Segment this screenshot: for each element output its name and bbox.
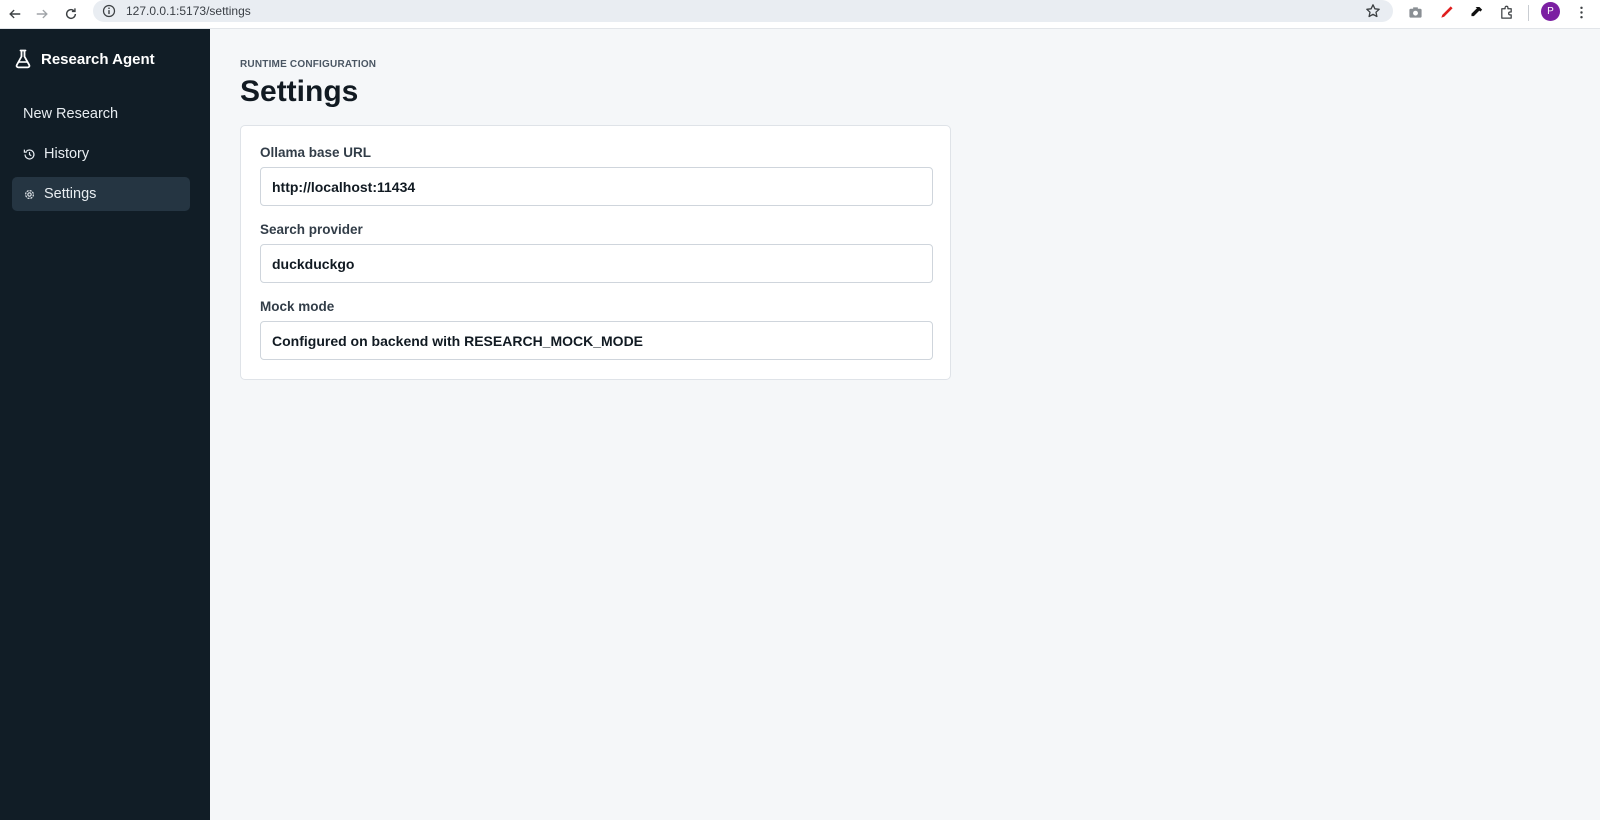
- bookmark-star-icon[interactable]: [1365, 3, 1381, 19]
- search-provider-input[interactable]: [260, 244, 933, 283]
- back-icon: [9, 9, 21, 19]
- reload-button[interactable]: [56, 2, 86, 26]
- page-title: Settings: [240, 75, 359, 108]
- sidebar-item-history[interactable]: History: [12, 137, 190, 171]
- pen-icon: [1440, 5, 1453, 18]
- eyedropper-icon: [1470, 6, 1482, 16]
- ollama-url-input[interactable]: [260, 167, 933, 206]
- field-label: Search provider: [260, 222, 363, 237]
- field-label: Ollama base URL: [260, 145, 372, 160]
- settings-card: Ollama base URL Search provider Mock mod…: [240, 125, 951, 380]
- address-bar[interactable]: 127.0.0.1:5173/settings: [93, 0, 1393, 22]
- profile-avatar[interactable]: P: [1541, 2, 1560, 21]
- sidebar-item-settings[interactable]: Settings: [12, 177, 190, 211]
- address-url[interactable]: 127.0.0.1:5173/settings: [126, 4, 251, 18]
- ollama-url-field: Ollama base URL: [260, 145, 933, 206]
- page-eyebrow: RUNTIME CONFIGURATION: [240, 59, 377, 70]
- forward-icon: [36, 9, 48, 19]
- camera-extension[interactable]: [1406, 3, 1424, 21]
- pen-extension[interactable]: [1437, 3, 1455, 21]
- brand-name: Research Agent: [41, 50, 155, 68]
- brand[interactable]: Research Agent: [14, 49, 155, 69]
- browser-toolbar: 127.0.0.1:5173/settings P: [0, 0, 1600, 29]
- reload-icon: [65, 8, 77, 20]
- eyedropper-extension[interactable]: [1467, 3, 1485, 21]
- forward-button[interactable]: [27, 2, 57, 26]
- mock-mode-input[interactable]: [260, 321, 933, 360]
- sidebar-item-label: History: [44, 146, 90, 162]
- history-icon: [23, 148, 36, 161]
- camera-icon: [1408, 6, 1422, 18]
- extensions-button[interactable]: [1497, 3, 1515, 21]
- browser-menu-button[interactable]: [1572, 3, 1590, 21]
- sidebar-item-new-research[interactable]: New Research: [12, 97, 190, 131]
- flask-icon: [15, 49, 31, 69]
- sidebar-item-label: Settings: [44, 186, 97, 202]
- search-provider-field: Search provider: [260, 222, 933, 283]
- sidebar-item-label: New Research: [23, 106, 119, 122]
- sidebar-nav: New Research History Settings: [12, 97, 190, 217]
- mock-mode-field: Mock mode: [260, 299, 933, 360]
- extensions-icon: [1500, 5, 1512, 19]
- field-label: Mock mode: [260, 299, 335, 314]
- site-info-icon[interactable]: [102, 4, 116, 18]
- menu-icon: [1579, 6, 1583, 18]
- gear-icon: [23, 188, 36, 201]
- toolbar-divider: [1528, 5, 1529, 21]
- back-button[interactable]: [0, 2, 30, 26]
- sidebar: Research Agent New Research History Sett…: [0, 29, 210, 820]
